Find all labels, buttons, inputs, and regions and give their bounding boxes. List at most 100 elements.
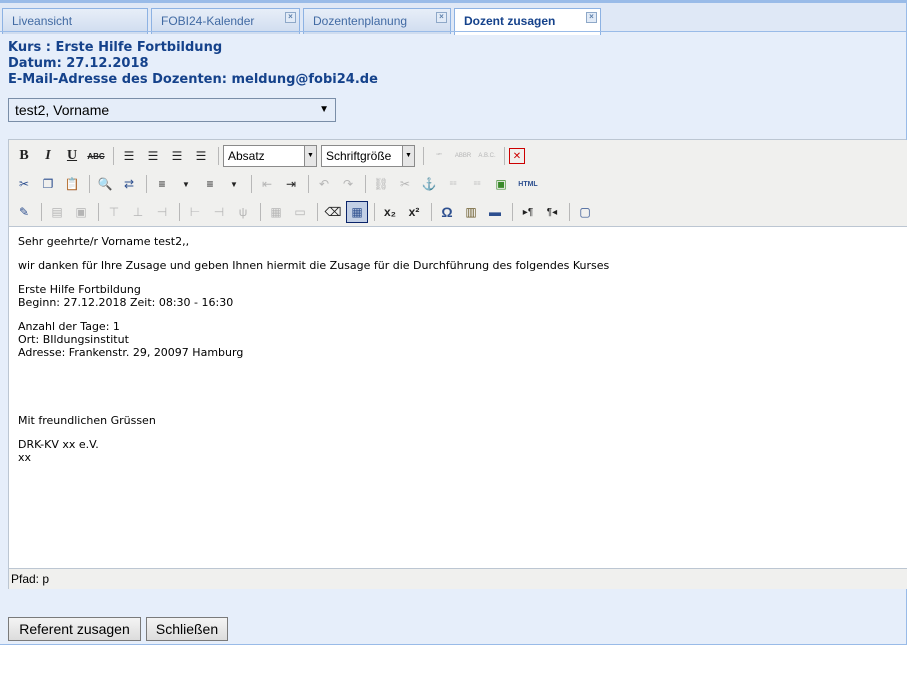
chevron-down-icon: ▼ [319, 104, 329, 115]
letter-course-block: Erste Hilfe Fortbildung Beginn: 27.12.20… [18, 283, 898, 309]
letter-days: Anzahl der Tage: 1 [18, 320, 120, 333]
copy-icon[interactable]: ❐ [37, 173, 59, 195]
insert-row-before-icon[interactable]: ⊤ [103, 201, 125, 223]
chevron-down-icon: ▼ [402, 146, 414, 166]
bullet-list-icon[interactable]: ≡ [151, 173, 173, 195]
link-icon[interactable]: ⛓ [370, 173, 392, 195]
window: Liveansicht FOBI24-Kalender × Dozentenpl… [0, 0, 907, 645]
find-icon[interactable]: 🔍 [94, 173, 116, 195]
close-icon[interactable]: × [436, 12, 447, 23]
format-dropdown[interactable]: Absatz ▼ [223, 145, 317, 167]
align-center-icon[interactable]: ☰ [142, 145, 164, 167]
left-to-right-icon[interactable]: ≡≡ [442, 173, 464, 195]
right-to-left-icon[interactable]: ≡≡ [466, 173, 488, 195]
chevron-down-icon[interactable]: ▼ [223, 173, 245, 195]
cut-icon[interactable]: ✂ [13, 173, 35, 195]
letter-course-name: Erste Hilfe Fortbildung [18, 283, 141, 296]
superscript-icon[interactable]: x² [403, 201, 425, 223]
ltr-icon[interactable]: ▸¶ [517, 201, 539, 223]
numbered-list-icon[interactable]: ≡ [199, 173, 221, 195]
toolbar-separator [512, 203, 513, 221]
bold-icon[interactable]: B [13, 145, 35, 167]
align-justify-icon[interactable]: ☰ [190, 145, 212, 167]
tab-label: Liveansicht [12, 14, 73, 28]
confirm-lecturer-button[interactable]: Referent zusagen [8, 617, 141, 641]
undo-icon[interactable]: ↶ [313, 173, 335, 195]
eraser-icon[interactable]: ⌫ [322, 201, 344, 223]
merge-cells-icon[interactable]: ▭ [289, 201, 311, 223]
rtl-icon[interactable]: ¶◂ [541, 201, 563, 223]
acronym-icon[interactable]: A.B.C. [476, 145, 498, 167]
unlink-icon[interactable]: ✂ [394, 173, 416, 195]
anchor-icon[interactable]: ⚓ [418, 173, 440, 195]
paste-icon[interactable]: 📋 [61, 173, 83, 195]
strikethrough-icon[interactable]: ABC [85, 145, 107, 167]
toolbar-separator [504, 147, 505, 165]
tab-label: FOBI24-Kalender [161, 14, 255, 28]
abbr-icon[interactable]: ABBR [452, 145, 474, 167]
toolbar-separator [251, 175, 252, 193]
chevron-down-icon[interactable]: ▼ [175, 173, 197, 195]
insert-row-after-icon[interactable]: ⊥ [127, 201, 149, 223]
indent-icon[interactable]: ⇥ [280, 173, 302, 195]
toolbar-separator [260, 203, 261, 221]
editor-path-bar: Pfad: p [9, 568, 907, 589]
letter-salutation: Sehr geehrte/r Vorname test2,, [18, 235, 190, 248]
close-icon[interactable]: × [285, 12, 296, 23]
rich-text-editor: B I U ABC ☰ ☰ ☰ ☰ Absatz ▼ Schriftgröße … [8, 139, 907, 589]
tab-strip: Liveansicht FOBI24-Kalender × Dozentenpl… [0, 0, 906, 35]
media-icon[interactable]: ▥ [460, 201, 482, 223]
omega-icon[interactable]: Ω [436, 201, 458, 223]
course-title: Kurs : Erste Hilfe Fortbildung [8, 40, 223, 55]
chevron-down-icon: ▼ [304, 146, 316, 166]
outdent-icon[interactable]: ⇤ [256, 173, 278, 195]
insert-col-after-icon[interactable]: ⊣ [208, 201, 230, 223]
split-cells-icon[interactable]: ▦ [265, 201, 287, 223]
lecturer-email: E-Mail-Adresse des Dozenten: meldung@fob… [8, 72, 378, 87]
editor-content[interactable]: Sehr geehrte/r Vorname test2,, wir danke… [9, 226, 907, 568]
toolbar-separator [89, 175, 90, 193]
fontsize-dropdown[interactable]: Schriftgröße ▼ [321, 145, 415, 167]
underline-icon[interactable]: U [61, 145, 83, 167]
fullscreen-icon[interactable]: ▢ [574, 201, 596, 223]
remove-format-icon[interactable]: ✕ [509, 148, 525, 164]
close-icon[interactable]: × [586, 12, 597, 23]
course-date: Datum: 27.12.2018 [8, 56, 149, 71]
replace-icon[interactable]: ⇄ [118, 173, 140, 195]
editor-toolbar: B I U ABC ☰ ☰ ☰ ☰ Absatz ▼ Schriftgröße … [9, 140, 907, 226]
delete-col-icon[interactable]: ψ [232, 201, 254, 223]
toolbar-separator [431, 203, 432, 221]
horizontal-rule-icon[interactable]: ▬ [484, 201, 506, 223]
image-icon[interactable]: ▣ [490, 173, 512, 195]
redo-icon[interactable]: ↷ [337, 173, 359, 195]
toolbar-separator [146, 175, 147, 193]
align-left-icon[interactable]: ☰ [118, 145, 140, 167]
italic-icon[interactable]: I [37, 145, 59, 167]
close-button[interactable]: Schließen [146, 617, 228, 641]
align-right-icon[interactable]: ☰ [166, 145, 188, 167]
table-icon[interactable]: ▦ [346, 201, 368, 223]
subscript-icon[interactable]: x₂ [379, 201, 401, 223]
lecturer-select-value: test2, Vorname [15, 102, 110, 118]
html-icon[interactable]: HTML [514, 173, 542, 195]
lecturer-select[interactable]: test2, Vorname ▼ [8, 98, 336, 122]
letter-details-block: Anzahl der Tage: 1 Ort: BIldungsinstitut… [18, 320, 898, 359]
delete-row-icon[interactable]: ⊣ [151, 201, 173, 223]
toolbar-separator [374, 203, 375, 221]
toolbar-separator [218, 147, 219, 165]
letter-signature: xx [18, 451, 32, 464]
table-row-props-icon[interactable]: ▤ [46, 201, 68, 223]
toolbar-separator [179, 203, 180, 221]
insert-col-before-icon[interactable]: ⊢ [184, 201, 206, 223]
format-dropdown-value: Absatz [228, 149, 265, 163]
fontsize-dropdown-value: Schriftgröße [326, 149, 392, 163]
tab-divider [0, 31, 906, 32]
edit-icon[interactable]: ✎ [13, 201, 35, 223]
table-cell-props-icon[interactable]: ▣ [70, 201, 92, 223]
quote-icon[interactable]: “” [428, 145, 450, 167]
tab-label: Dozentenplanung [313, 14, 408, 28]
toolbar-separator [317, 203, 318, 221]
letter-course-time: Beginn: 27.12.2018 Zeit: 08:30 - 16:30 [18, 296, 234, 309]
letter-org: DRK-KV xx e.V. [18, 438, 99, 451]
letter-address: Adresse: Frankenstr. 29, 20097 Hamburg [18, 346, 244, 359]
